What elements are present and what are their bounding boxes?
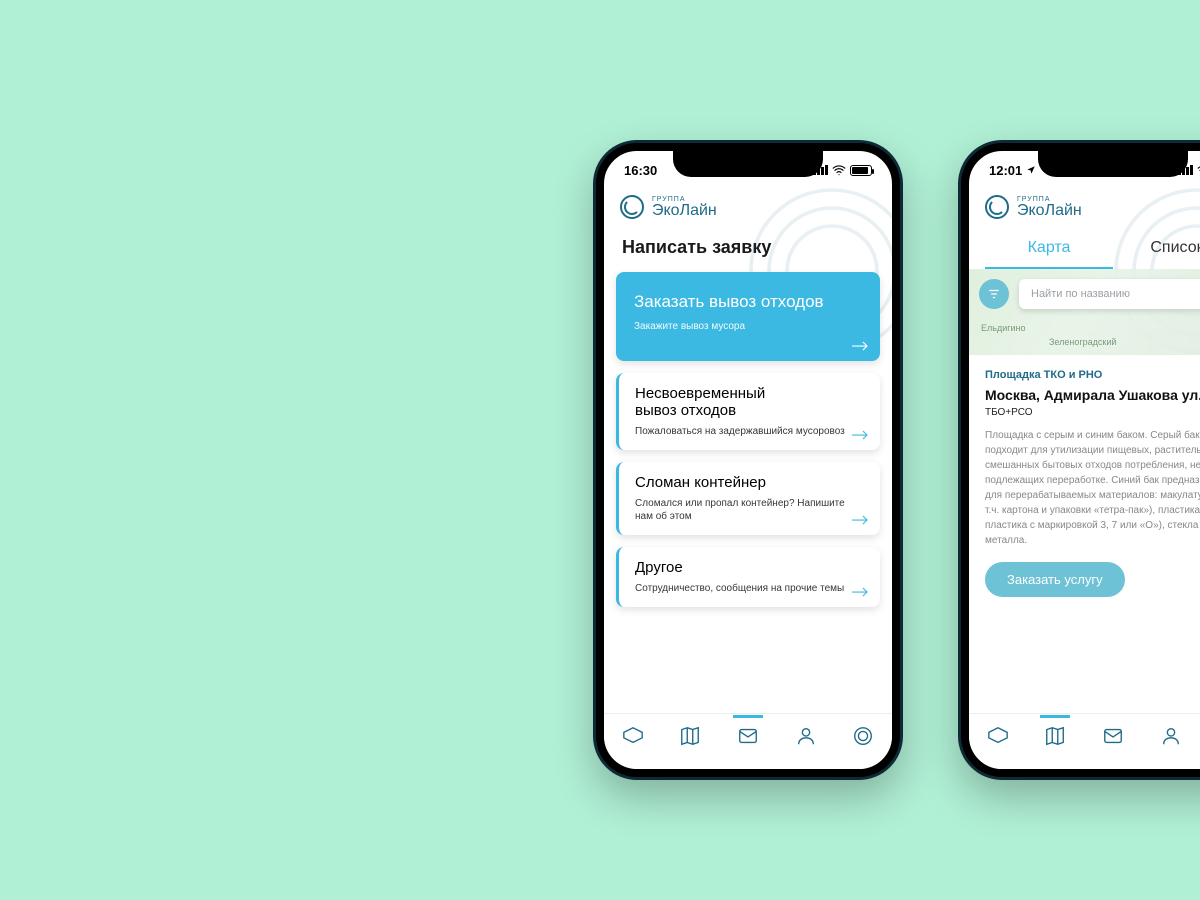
filter-button[interactable]: [979, 279, 1009, 309]
status-time: 16:30: [624, 163, 657, 178]
tab-home[interactable]: [620, 723, 646, 749]
card-title: Сломан контейнер: [635, 474, 850, 491]
brand-main: ЭкоЛайн: [652, 203, 717, 219]
phone-mockup-map: 12:01 ГРУППА ЭкоЛайн Карта Список: [958, 140, 1200, 780]
tab-list-view[interactable]: Список: [1113, 229, 1200, 269]
card-title: Несвоевременный вывоз отходов: [635, 385, 850, 419]
view-tabs: Карта Список: [969, 225, 1200, 269]
battery-icon: [850, 165, 872, 176]
wifi-icon: [832, 163, 846, 177]
site-address: Москва, Адмирала Ушакова ул., д. 1: [985, 387, 1200, 403]
card-subtitle: Пожаловаться на задержавшийся мусоровоз: [635, 425, 850, 438]
arrow-right-icon: [852, 341, 870, 351]
tab-bar: [969, 713, 1200, 769]
tab-map[interactable]: [1042, 723, 1068, 749]
card-subtitle: Сотрудничество, сообщения на прочие темы: [635, 582, 850, 595]
card-broken-container[interactable]: Сломан контейнер Сломался или пропал кон…: [616, 462, 880, 535]
tab-requests[interactable]: [1100, 723, 1126, 749]
arrow-right-icon: [852, 587, 870, 597]
card-subtitle: Закажите вывоз мусора: [634, 320, 856, 333]
site-description: Площадка с серым и синим баком. Серый ба…: [985, 428, 1200, 548]
card-title: Заказать вывоз отходов: [634, 292, 856, 312]
tab-bar: [604, 713, 892, 769]
filter-icon: [987, 287, 1001, 301]
brand-logo: ГРУППА ЭкоЛайн: [969, 189, 1200, 225]
tab-about[interactable]: [850, 723, 876, 749]
search-input[interactable]: Найти по названию: [1019, 279, 1200, 309]
card-subtitle: Сломался или пропал контейнер? Напишите …: [635, 497, 850, 523]
tab-home[interactable]: [985, 723, 1011, 749]
arrow-right-icon: [852, 515, 870, 525]
phone-mockup-requests: 16:30 ГРУППА ЭкоЛайн Написать заявку Зак…: [593, 140, 903, 780]
tab-profile[interactable]: [793, 723, 819, 749]
card-late-pickup[interactable]: Несвоевременный вывоз отходов Пожаловать…: [616, 373, 880, 450]
brand-logo: ГРУППА ЭкоЛайн: [604, 189, 892, 225]
tab-map-view[interactable]: Карта: [985, 229, 1113, 269]
brand-mark-icon: [985, 195, 1009, 219]
device-notch: [673, 151, 823, 177]
site-category: Площадка ТКО и РНО: [985, 369, 1200, 381]
card-order-waste[interactable]: Заказать вывоз отходов Закажите вывоз му…: [616, 272, 880, 361]
map-place-label: Зеленоградский: [1049, 337, 1116, 347]
map-view[interactable]: Найти по названию Ельдигино Зеленоградск…: [969, 269, 1200, 355]
brand-main: ЭкоЛайн: [1017, 203, 1082, 219]
brand-mark-icon: [620, 195, 644, 219]
tab-map[interactable]: [677, 723, 703, 749]
map-place-label: Ельдигино: [981, 323, 1026, 333]
site-type: ТБО+РСО: [985, 407, 1200, 418]
location-icon: [1026, 165, 1036, 175]
tab-requests[interactable]: [735, 723, 761, 749]
status-time: 12:01: [989, 163, 1022, 178]
order-service-button[interactable]: Заказать услугу: [985, 562, 1125, 597]
arrow-right-icon: [852, 430, 870, 440]
card-other[interactable]: Другое Сотрудничество, сообщения на проч…: [616, 547, 880, 607]
site-detail-panel: Площадка ТКО и РНО Москва, Адмирала Ушак…: [969, 355, 1200, 615]
page-title: Написать заявку: [604, 225, 892, 272]
tab-profile[interactable]: [1158, 723, 1184, 749]
device-notch: [1038, 151, 1188, 177]
search-placeholder: Найти по названию: [1031, 288, 1130, 300]
card-title: Другое: [635, 559, 850, 576]
